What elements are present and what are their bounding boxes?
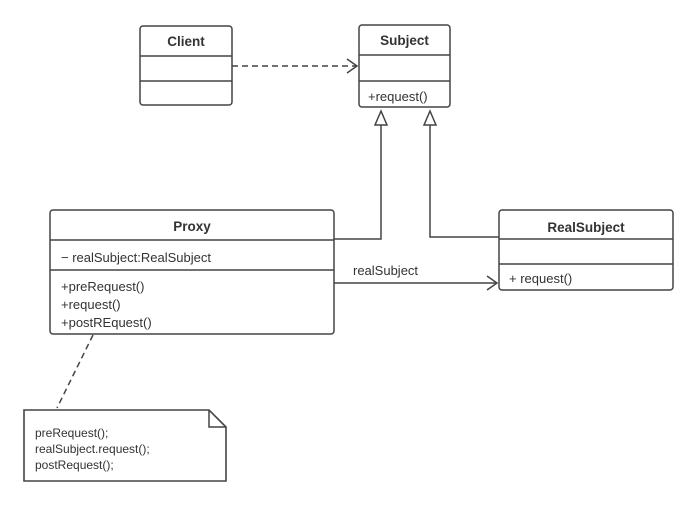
method: +request() [368, 89, 428, 104]
class-name: Proxy [173, 219, 211, 234]
dependency-arrow [232, 58, 359, 74]
note-line: preRequest(); [35, 426, 108, 440]
class-client[interactable]: Client [139, 25, 233, 106]
note-line: realSubject.request(); [35, 442, 150, 456]
class-real-subject[interactable]: RealSubject + request() [498, 209, 674, 291]
generalization-real-subject [422, 109, 499, 238]
method: +postREquest() [61, 315, 152, 330]
class-name: Client [167, 34, 205, 49]
class-subject[interactable]: Subject +request() [358, 24, 451, 108]
method: +request() [61, 297, 121, 312]
association-arrow: realSubject [334, 263, 499, 291]
association-label: realSubject [353, 263, 418, 278]
note-line: postRequest(); [35, 458, 114, 472]
note[interactable]: preRequest(); realSubject.request(); pos… [23, 409, 227, 482]
uml-class-diagram: Client Subject +request() Proxy − realSu… [23, 24, 674, 482]
class-name: Subject [380, 33, 429, 48]
method: +preRequest() [61, 279, 144, 294]
method: + request() [509, 271, 572, 286]
generalization-proxy [334, 109, 389, 240]
class-proxy[interactable]: Proxy − realSubject:RealSubject +preRequ… [49, 209, 335, 335]
note-connector [56, 334, 94, 409]
attribute: − realSubject:RealSubject [61, 250, 211, 265]
class-name: RealSubject [547, 220, 625, 235]
